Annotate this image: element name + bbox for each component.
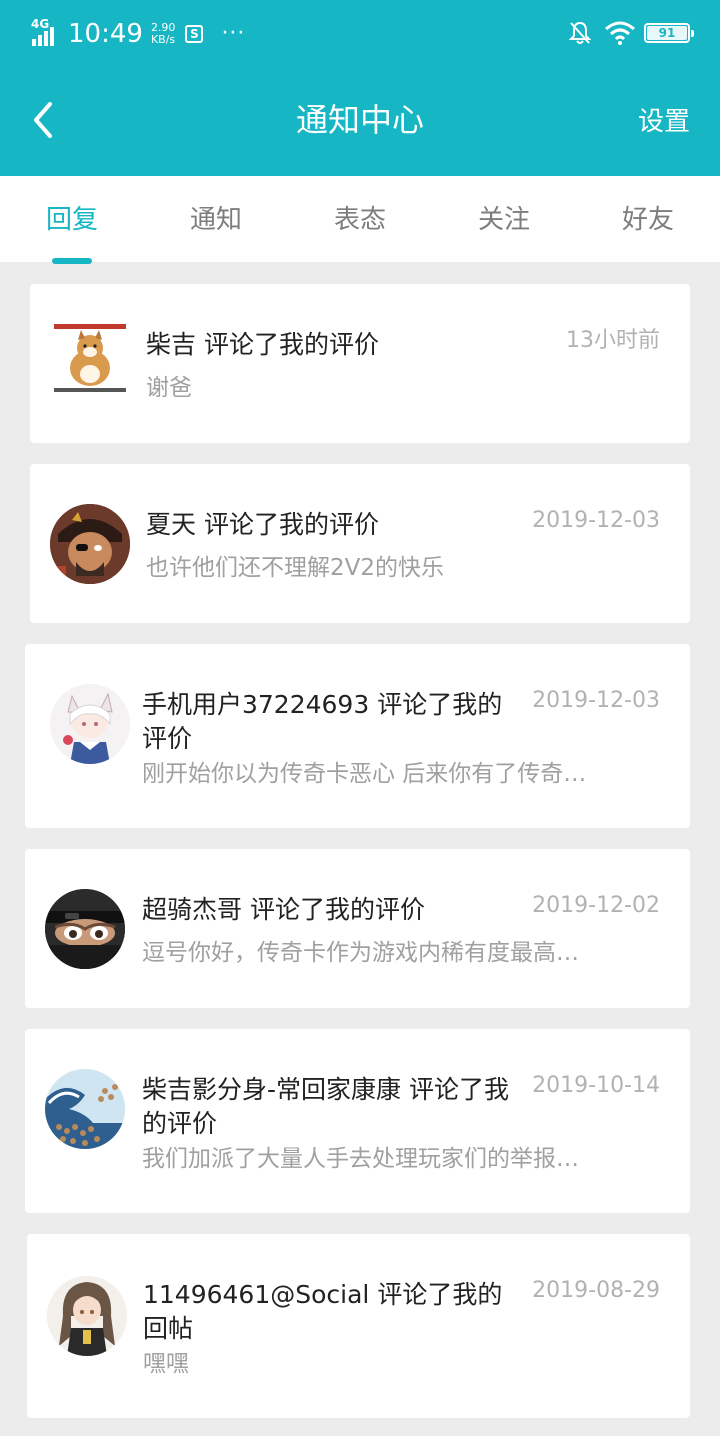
bell-muted-icon — [568, 21, 592, 44]
tab-bar: 回复 通知 表态 关注 好友 — [0, 176, 720, 262]
notification-title: 夏天 评论了我的评价 — [146, 510, 379, 539]
tab-notices[interactable]: 通知 — [156, 200, 276, 240]
notification-time: 2019-12-03 — [532, 508, 660, 533]
network-type: 4G — [31, 17, 50, 31]
notification-title: 超骑杰哥 评论了我的评价 — [142, 895, 425, 924]
tab-follows[interactable]: 关注 — [444, 200, 564, 240]
notification-card[interactable]: 超骑杰哥 评论了我的评价 2019-12-02 逗号你好，传奇卡作为游戏内稀有度… — [25, 849, 690, 1008]
notification-card[interactable]: 夏天 评论了我的评价 2019-12-03 也许他们还不理解2V2的快乐 — [30, 464, 690, 623]
notification-title: 柴吉影分身-常回家康康 评论了我的评价 — [142, 1075, 509, 1138]
notification-title: 11496461@Social 评论了我的回帖 — [143, 1280, 503, 1343]
notification-content: 嘿嘿 — [143, 1351, 189, 1377]
avatar[interactable] — [50, 318, 130, 398]
avatar[interactable] — [47, 1276, 127, 1356]
avatar[interactable] — [50, 684, 130, 764]
tab-friends[interactable]: 好友 — [588, 200, 708, 240]
notification-card[interactable]: 柴吉影分身-常回家康康 评论了我的评价 2019-10-14 我们加派了大量人手… — [25, 1029, 690, 1213]
battery-level: 91 — [647, 26, 687, 40]
battery-icon: 91 — [644, 23, 694, 43]
notification-time: 2019-08-29 — [532, 1278, 660, 1303]
settings-button[interactable]: 设置 — [638, 100, 690, 144]
avatar[interactable] — [45, 1069, 125, 1149]
network-speed: 2.90 KB/s — [150, 21, 176, 46]
active-tab-indicator — [52, 258, 92, 264]
notification-time: 2019-12-03 — [532, 688, 660, 713]
notification-title: 柴吉 评论了我的评价 — [146, 330, 379, 359]
notification-title: 手机用户37224693 评论了我的评价 — [142, 690, 503, 753]
notification-content: 我们加派了大量人手去处理玩家们的举报… — [142, 1146, 579, 1172]
tab-replies[interactable]: 回复 — [12, 200, 132, 240]
notification-time: 2019-10-14 — [532, 1073, 660, 1098]
notification-content: 刚开始你以为传奇卡恶心 后来你有了传奇… — [142, 761, 587, 787]
page-title: 通知中心 — [295, 101, 424, 139]
notification-card[interactable]: 柴吉 评论了我的评价 13小时前 谢爸 — [30, 284, 690, 443]
app-header: 4G 10:49 2.90 KB/s S ··· 91 通知中心 设置 — [0, 0, 720, 176]
signal-icon: 4G — [30, 18, 62, 50]
notification-card[interactable]: 手机用户37224693 评论了我的评价 2019-12-03 刚开始你以为传奇… — [25, 644, 690, 828]
app-notification-icon: S — [185, 25, 204, 43]
more-notifications-icon: ··· — [221, 21, 246, 46]
avatar[interactable] — [45, 889, 125, 969]
notification-time: 2019-12-02 — [532, 893, 660, 918]
status-time: 10:49 — [68, 19, 143, 49]
wifi-icon — [605, 21, 635, 45]
notification-card[interactable]: 11496461@Social 评论了我的回帖 2019-08-29 嘿嘿 — [27, 1234, 690, 1418]
notification-time: 13小时前 — [566, 328, 660, 353]
avatar[interactable] — [50, 504, 130, 584]
notification-content: 逗号你好，传奇卡作为游戏内稀有度最高… — [142, 940, 579, 966]
notification-content: 谢爸 — [146, 375, 192, 401]
notification-content: 也许他们还不理解2V2的快乐 — [146, 555, 445, 581]
tab-reactions[interactable]: 表态 — [300, 200, 420, 240]
status-bar: 4G 10:49 2.90 KB/s S ··· 91 — [0, 0, 720, 66]
